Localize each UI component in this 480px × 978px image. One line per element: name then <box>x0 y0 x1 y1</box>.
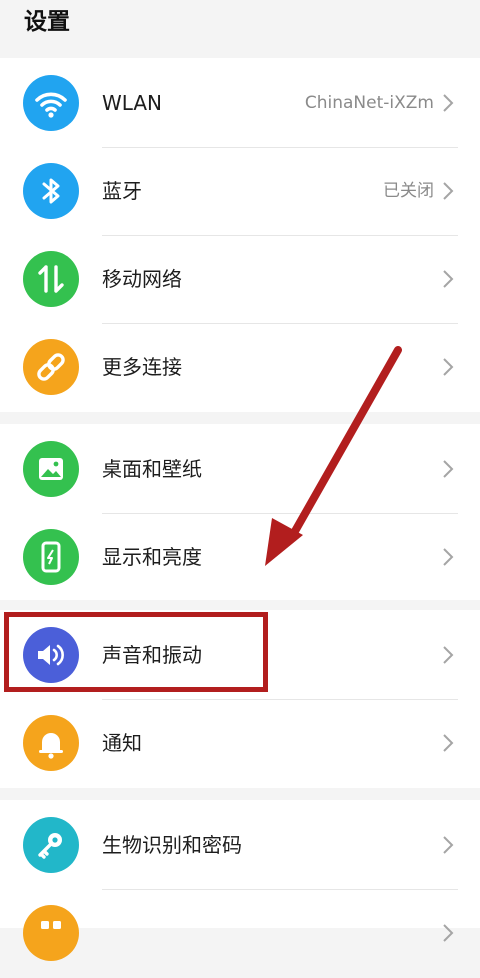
settings-item-mobile-network[interactable]: 移动网络 <box>0 234 480 324</box>
settings-item-label: 蓝牙 <box>102 179 142 203</box>
chevron-right-icon <box>443 460 454 478</box>
bluetooth-icon <box>23 163 79 219</box>
image-icon <box>23 441 79 497</box>
settings-item-label: 桌面和壁纸 <box>102 457 202 481</box>
key-icon <box>23 817 79 873</box>
chevron-right-icon <box>443 646 454 664</box>
settings-group-connectivity: WLAN ChinaNet-iXZm 蓝牙 已关闭 移动网络 更多连接 <box>0 58 480 412</box>
settings-item-notifications[interactable]: 通知 <box>0 698 480 788</box>
bluetooth-status: 已关闭 <box>383 181 434 201</box>
header: 设置 <box>0 0 480 56</box>
link-icon <box>23 339 79 395</box>
settings-item-partial[interactable] <box>0 888 480 978</box>
settings-item-label: 移动网络 <box>102 267 182 291</box>
mobile-data-icon <box>23 251 79 307</box>
phone-icon <box>23 529 79 585</box>
chevron-right-icon <box>443 734 454 752</box>
settings-item-desktop-wallpaper[interactable]: 桌面和壁纸 <box>0 424 480 514</box>
settings-item-bluetooth[interactable]: 蓝牙 已关闭 <box>0 146 480 236</box>
chevron-right-icon <box>443 548 454 566</box>
settings-item-label: 生物识别和密码 <box>102 833 242 857</box>
wlan-network-name: ChinaNet-iXZm <box>304 93 434 113</box>
apps-icon <box>23 905 79 961</box>
settings-item-wlan[interactable]: WLAN ChinaNet-iXZm <box>0 58 480 148</box>
bell-icon <box>23 715 79 771</box>
settings-item-label: 更多连接 <box>102 355 182 379</box>
settings-item-label: 通知 <box>102 731 142 755</box>
settings-item-label: WLAN <box>102 91 163 115</box>
wifi-icon <box>23 75 79 131</box>
highlight-box <box>4 612 268 692</box>
settings-item-label: 显示和亮度 <box>102 545 202 569</box>
chevron-right-icon <box>443 836 454 854</box>
chevron-right-icon <box>443 358 454 376</box>
chevron-right-icon <box>443 924 454 942</box>
chevron-right-icon <box>443 270 454 288</box>
settings-item-display-brightness[interactable]: 显示和亮度 <box>0 512 480 602</box>
settings-group-display: 桌面和壁纸 显示和亮度 <box>0 424 480 600</box>
chevron-right-icon <box>443 94 454 112</box>
settings-item-biometrics-password[interactable]: 生物识别和密码 <box>0 800 480 890</box>
page-title: 设置 <box>24 9 70 35</box>
settings-item-more-connections[interactable]: 更多连接 <box>0 322 480 412</box>
settings-group-security: 生物识别和密码 <box>0 800 480 961</box>
chevron-right-icon <box>443 182 454 200</box>
